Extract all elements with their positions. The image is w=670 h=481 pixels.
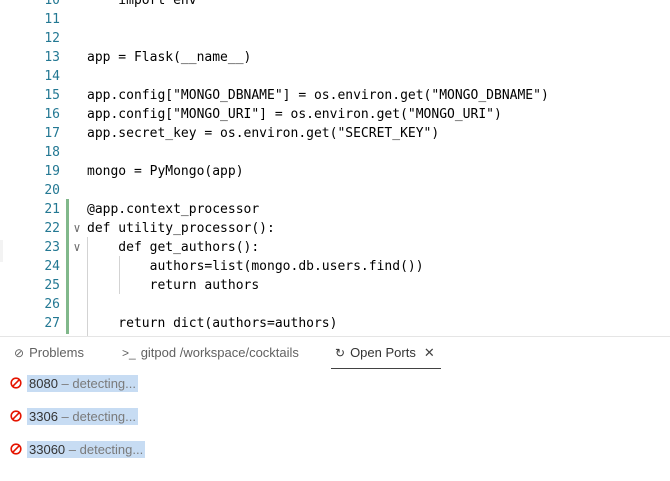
code-text: def utility_processor(): [87, 221, 275, 236]
line-number: 24 [44, 259, 60, 274]
code-line[interactable]: 13 app = Flask(__name__) [0, 48, 670, 67]
port-label: 3306 – detecting... [27, 408, 138, 425]
port-number: 3306 [29, 409, 58, 424]
code-text: app.secret_key = os.environ.get("SECRET_… [87, 126, 440, 141]
line-number: 14 [44, 69, 60, 84]
code-text: return dict(authors=authors) [87, 316, 338, 331]
line-number: 27 [44, 316, 60, 331]
code-line[interactable]: 16 app.config["MONGO_URI"] = os.environ.g… [0, 105, 670, 124]
line-number: 22 [44, 221, 60, 236]
port-status: – detecting... [68, 442, 144, 457]
error-icon [10, 377, 22, 389]
code-line[interactable]: 11 [0, 10, 670, 29]
code-text: app.config["MONGO_DBNAME"] = os.environ.… [87, 88, 549, 103]
code-line[interactable]: 27 return dict(authors=authors) [0, 314, 670, 333]
code-text: app = Flask(__name__) [87, 50, 252, 65]
close-icon[interactable]: ✕ [424, 337, 435, 369]
line-number: 20 [44, 183, 60, 198]
tab-terminal[interactable]: >_ gitpod /workspace/cocktails [122, 337, 299, 369]
code-line[interactable]: 10 import env [0, 0, 670, 10]
tab-problems[interactable]: ⊘ Problems [14, 337, 84, 369]
tab-open-ports[interactable]: ↻ Open Ports ✕ [331, 337, 441, 369]
code-text: import env [87, 0, 197, 8]
port-row[interactable]: 8080 – detecting... [10, 374, 138, 394]
line-number: 17 [44, 126, 60, 141]
code-line[interactable]: 23 ∨ def get_authors(): [0, 238, 670, 257]
code-text: def get_authors(): [87, 240, 260, 255]
problems-icon: ⊘ [14, 346, 25, 360]
terminal-icon: >_ [122, 346, 136, 360]
active-tab-indicator [331, 368, 441, 369]
error-icon [10, 443, 22, 455]
port-number: 33060 [29, 442, 66, 457]
code-line[interactable]: 26 [0, 295, 670, 314]
port-row[interactable]: 33060 – detecting... [10, 440, 146, 460]
tab-problems-label: Problems [29, 345, 84, 360]
port-status: – detecting... [61, 376, 136, 391]
code-line[interactable]: 14 [0, 67, 670, 86]
code-line[interactable]: 21 @app.context_processor [0, 200, 670, 219]
line-number: 10 [44, 0, 60, 8]
line-number: 21 [44, 202, 60, 217]
tab-terminal-label: gitpod /workspace/cocktails [140, 345, 299, 360]
port-label: 33060 – detecting... [27, 441, 146, 458]
line-number: 13 [44, 50, 60, 65]
line-number: 16 [44, 107, 60, 122]
line-number: 15 [44, 88, 60, 103]
code-line[interactable]: 15 app.config["MONGO_DBNAME"] = os.enviro… [0, 86, 670, 105]
code-line[interactable]: 24 authors=list(mongo.db.users.find()) [0, 257, 670, 276]
code-text: mongo = PyMongo(app) [87, 164, 244, 179]
ports-icon: ↻ [335, 346, 346, 360]
line-number: 18 [44, 145, 60, 160]
code-text: return authors [87, 278, 260, 293]
line-number: 25 [44, 278, 60, 293]
line-number: 26 [44, 297, 60, 312]
line-number: 23 [44, 240, 60, 255]
port-number: 8080 [29, 376, 58, 391]
ide-window: 10 import env 11 12 13 app = Flask(__name__)… [0, 0, 670, 481]
chevron-down-icon[interactable]: ∨ [70, 238, 84, 257]
line-number: 19 [44, 164, 60, 179]
line-number: 11 [44, 12, 60, 27]
code-line[interactable]: 19 mongo = PyMongo(app) [0, 162, 670, 181]
line-number: 12 [44, 31, 60, 46]
tab-open-ports-label: Open Ports [350, 345, 416, 360]
chevron-down-icon[interactable]: ∨ [70, 219, 84, 238]
panel-tab-bar: ⊘ Problems >_ gitpod /workspace/cocktails … [0, 337, 670, 369]
code-text: @app.context_processor [87, 202, 260, 217]
code-editor[interactable]: 10 import env 11 12 13 app = Flask(__name__)… [0, 0, 670, 337]
code-line[interactable]: 22 ∨ def utility_processor(): [0, 219, 670, 238]
port-row[interactable]: 3306 – detecting... [10, 407, 138, 427]
error-icon [10, 410, 22, 422]
code-text: authors=list(mongo.db.users.find()) [87, 259, 424, 274]
bottom-panel: ⊘ Problems >_ gitpod /workspace/cocktails … [0, 336, 670, 481]
code-line[interactable]: 18 [0, 143, 670, 162]
code-text: app.config["MONGO_URI"] = os.environ.get… [87, 107, 502, 122]
code-line[interactable]: 17 app.secret_key = os.environ.get("SECRE… [0, 124, 670, 143]
port-label: 8080 – detecting... [27, 375, 138, 392]
code-line[interactable]: 20 [0, 181, 670, 200]
port-status: – detecting... [61, 409, 136, 424]
code-line[interactable]: 25 return authors [0, 276, 670, 295]
code-line[interactable]: 12 [0, 29, 670, 48]
